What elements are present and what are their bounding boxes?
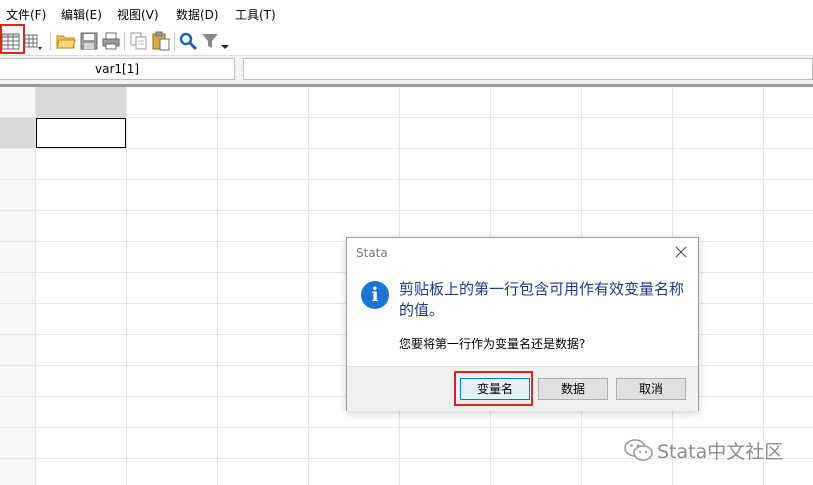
chevron-down-icon[interactable] (219, 31, 231, 51)
print-icon[interactable] (101, 31, 121, 51)
grid-line (126, 87, 127, 485)
menu-view[interactable]: 视图(V) (117, 6, 159, 23)
toolbar (0, 24, 813, 55)
column-header-var1[interactable] (36, 87, 126, 117)
open-folder-icon[interactable] (56, 31, 76, 51)
menu-tools[interactable]: 工具(T) (235, 6, 276, 23)
close-icon[interactable] (673, 244, 689, 260)
menu-edit[interactable]: 编辑(E) (61, 6, 102, 23)
variables-manager-icon[interactable] (24, 31, 44, 51)
row-header-1[interactable] (0, 118, 35, 148)
grid-line (0, 148, 813, 149)
menu-bar: 文件(F) 编辑(E) 视图(V) 数据(D) 工具(T) (0, 0, 813, 28)
wechat-icon (624, 439, 653, 461)
menu-file[interactable]: 文件(F) (6, 6, 46, 23)
data-button[interactable]: 数据 (538, 378, 608, 400)
paste-icon[interactable] (151, 31, 171, 51)
grid-line (0, 179, 813, 180)
toolbar-separator (174, 32, 175, 51)
data-editor-highlight (0, 24, 25, 54)
dialog-message: 剪贴板上的第一行包含可用作有效变量名称的值。 (399, 280, 685, 319)
menu-data[interactable]: 数据(D) (176, 6, 219, 23)
save-icon[interactable] (79, 31, 99, 51)
varnames-button-highlight (454, 371, 533, 406)
active-cell[interactable] (36, 118, 126, 148)
cell-name-box[interactable]: var1[1] (0, 58, 235, 80)
filter-icon[interactable] (200, 31, 220, 51)
info-icon: i (361, 281, 389, 309)
cell-bar: var1[1] (0, 55, 813, 84)
find-icon[interactable] (178, 31, 198, 51)
cell-edit-field[interactable] (243, 58, 813, 80)
grid-line (0, 427, 813, 428)
toolbar-separator (50, 32, 51, 51)
toolbar-separator (124, 32, 125, 51)
grid-line (0, 210, 813, 211)
dialog-question: 您要将第一行作为变量名还是数据? (399, 337, 586, 351)
grid-line (217, 87, 218, 485)
grid-line (763, 87, 764, 485)
copy-icon[interactable] (129, 31, 149, 51)
watermark-text: Stata中文社区 (657, 441, 784, 463)
cancel-button[interactable]: 取消 (616, 378, 686, 400)
grid-line (308, 87, 309, 485)
dialog-title: Stata (356, 246, 388, 260)
